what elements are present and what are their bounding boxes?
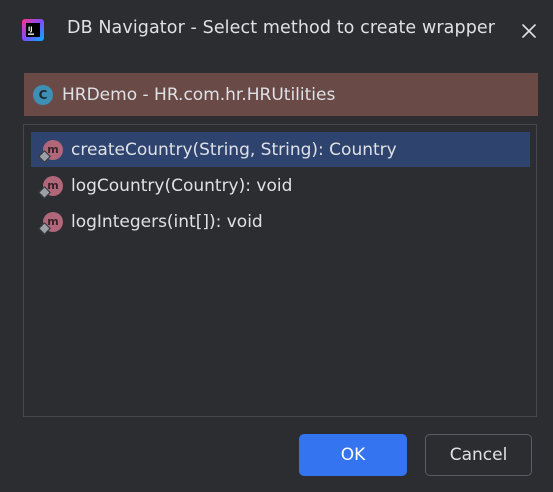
select-method-dialog: IJ DB Navigator - Select method to creat… xyxy=(0,0,553,492)
class-icon: C xyxy=(33,84,53,105)
jetbrains-app-icon: IJ xyxy=(22,19,44,41)
svg-text:IJ: IJ xyxy=(28,26,32,33)
method-icon: m xyxy=(38,139,63,163)
method-label: logCountry(Country): void xyxy=(71,175,293,196)
title-bar: IJ DB Navigator - Select method to creat… xyxy=(0,0,553,62)
method-label: logIntegers(int[]): void xyxy=(71,211,263,232)
method-item-log-integers[interactable]: m logIntegers(int[]): void xyxy=(31,204,530,239)
method-item-create-country[interactable]: m createCountry(String, String): Country xyxy=(31,132,530,167)
ok-button[interactable]: OK xyxy=(299,434,407,476)
method-list[interactable]: m createCountry(String, String): Country… xyxy=(23,124,537,417)
window-title: DB Navigator - Select method to create w… xyxy=(67,18,496,38)
method-item-log-country[interactable]: m logCountry(Country): void xyxy=(31,168,530,203)
close-icon[interactable] xyxy=(517,19,541,43)
method-label: createCountry(String, String): Country xyxy=(71,139,397,160)
method-icon: m xyxy=(38,175,63,199)
method-icon: m xyxy=(38,211,63,235)
cancel-button[interactable]: Cancel xyxy=(425,434,532,476)
class-label: HRDemo - HR.com.hr.HRUtilities xyxy=(62,84,336,105)
class-header: C HRDemo - HR.com.hr.HRUtilities xyxy=(24,73,538,116)
